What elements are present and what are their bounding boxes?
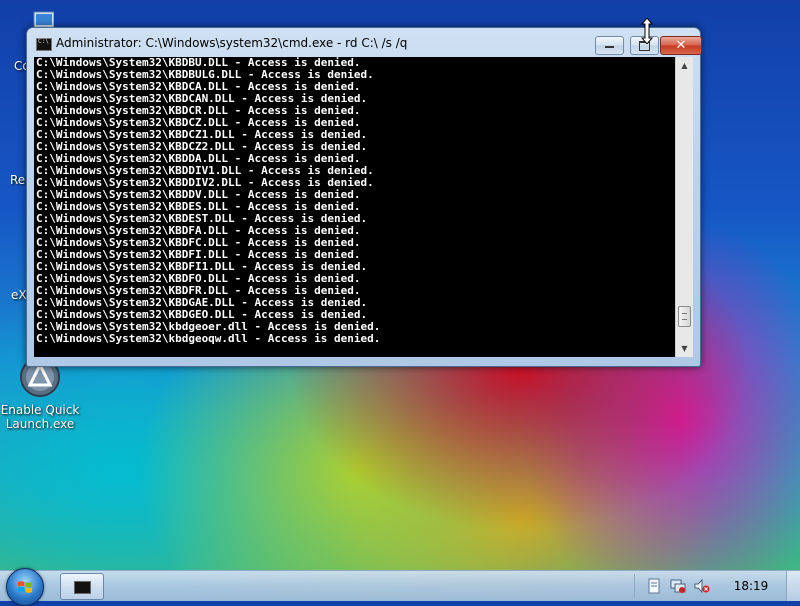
cmd-icon [36, 38, 52, 51]
console-line: C:\Windows\System32\kbdgeoqw.dll - Acces… [36, 332, 381, 345]
vertical-scrollbar[interactable]: ▲ ▼ [675, 57, 693, 357]
window-title: Administrator: C:\Windows\system32\cmd.e… [56, 36, 408, 50]
action-center-icon[interactable] [646, 578, 662, 594]
start-button[interactable] [6, 568, 44, 606]
close-button[interactable]: ✕ [660, 36, 702, 55]
resize-cursor-icon [641, 18, 653, 44]
cmd-taskbar-icon [74, 581, 91, 594]
windows-flag-icon [18, 581, 32, 593]
desktop-icon-label-enable-quick-launch: Enable Quick Launch.exe [0, 403, 80, 431]
scroll-up-button[interactable]: ▲ [676, 57, 693, 74]
window-titlebar[interactable]: Administrator: C:\Windows\system32\cmd.e… [27, 28, 702, 56]
scroll-down-button[interactable]: ▼ [676, 340, 693, 357]
cmd-window[interactable]: Administrator: C:\Windows\system32\cmd.e… [26, 27, 702, 367]
minimize-button[interactable] [595, 36, 624, 55]
scroll-thumb[interactable] [678, 306, 691, 327]
close-icon: ✕ [675, 38, 687, 53]
desktop-icon-label-ex: eX [11, 288, 27, 302]
network-icon[interactable] [670, 578, 686, 594]
volume-muted-icon[interactable] [694, 578, 710, 594]
taskbar-button-cmd[interactable] [60, 573, 104, 600]
tray-divider [634, 574, 635, 598]
show-desktop-button[interactable] [786, 571, 800, 601]
taskbar-clock[interactable]: 18:19 [726, 579, 776, 593]
taskbar: 18:19 [0, 568, 800, 606]
console-output[interactable]: C:\Windows\System32\KBDBU.DLL - Access i… [34, 57, 675, 357]
minimize-icon [596, 37, 623, 54]
